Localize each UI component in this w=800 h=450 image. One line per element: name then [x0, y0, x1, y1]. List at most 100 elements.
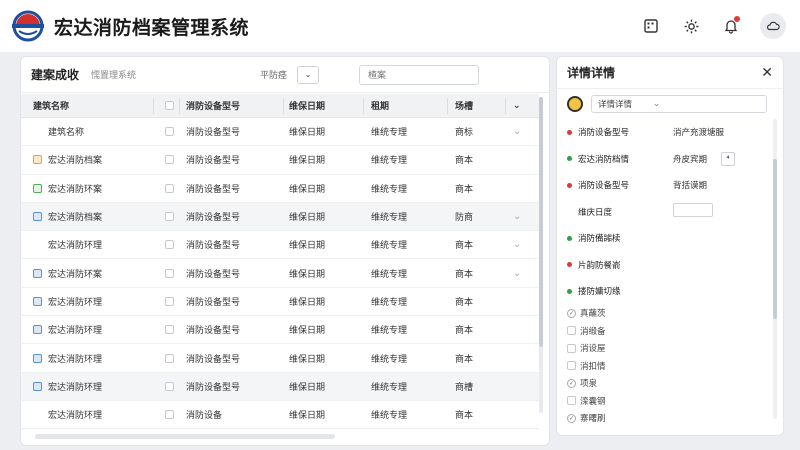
row-select-checkbox[interactable]	[165, 212, 174, 222]
row-checkbox[interactable]	[33, 127, 42, 136]
table-row[interactable]: 宏达消防档案 消防设备型号 维保日期 维统专理 商本	[21, 146, 539, 175]
row-select-checkbox[interactable]	[165, 353, 174, 363]
avatar	[567, 96, 583, 112]
detail-checkbox-item[interactable]: 消缎备	[557, 322, 783, 340]
checkbox[interactable]	[567, 396, 576, 406]
app-title: 宏达消防档案管理系统	[54, 16, 250, 39]
cell-field: 商本	[455, 156, 474, 167]
cell-maintenance-date: 维保日期	[289, 297, 326, 308]
row-checkbox[interactable]	[33, 410, 42, 419]
close-icon[interactable]: ✕	[761, 65, 773, 81]
app-logo-icon	[12, 10, 44, 42]
cell-device-model: 消防设备型号	[186, 213, 241, 224]
column-menu-chevron-icon[interactable]: ⌄	[513, 94, 521, 117]
check-circle-icon[interactable]: ✓	[567, 413, 576, 423]
cell-building-name: 宏达消防环理	[48, 411, 103, 422]
table-row[interactable]: 宏达消防环理 消防设备型号 维保日期 维统专理 商本 ⌄	[21, 231, 539, 260]
table-row[interactable]: 宏达消防环理 消防设备型号 维保日期 维统专理 商本	[21, 344, 539, 373]
column-header-model[interactable]: 消防设备型号	[186, 94, 240, 117]
row-checkbox[interactable]	[33, 155, 42, 165]
cell-period: 维统专理	[371, 128, 408, 139]
cell-field: 商标	[455, 128, 474, 139]
table-row[interactable]: 宏达消防环理 消防设备型号 维保日期 维统专理 商槽	[21, 372, 539, 401]
row-select-checkbox[interactable]	[165, 183, 174, 193]
column-header-date[interactable]: 维保日期	[289, 94, 325, 117]
cell-device-model: 消防设备型号	[186, 128, 241, 139]
table-row[interactable]: 宏达消防环理 消防设备型号 维保日期 维统专理 商本	[21, 288, 539, 317]
row-checkbox[interactable]	[33, 325, 42, 335]
chevron-down-icon: ⌄	[304, 70, 312, 79]
detail-checkbox-item[interactable]: ✓ 项泉	[557, 375, 783, 393]
row-chevron-icon[interactable]: ⌄	[513, 203, 521, 230]
row-checkbox[interactable]	[33, 381, 42, 391]
table-row[interactable]: 宏达消防环案 消防设备型号 维保日期 维统专理 商本 ⌄	[21, 259, 539, 288]
checkbox[interactable]	[567, 361, 576, 371]
column-header-field[interactable]: 场槽	[455, 94, 473, 117]
detail-checkbox-item[interactable]: 消设屋	[557, 340, 783, 358]
row-chevron-icon[interactable]: ⌄	[513, 231, 521, 258]
cloud-icon[interactable]	[760, 13, 786, 39]
row-select-checkbox[interactable]	[165, 325, 174, 335]
row-chevron-icon[interactable]: ⌄	[513, 118, 521, 145]
cell-period: 维统专理	[371, 269, 408, 280]
row-select-checkbox[interactable]	[165, 155, 174, 165]
detail-checkbox-item[interactable]: ✓ 真蘸茨	[557, 305, 783, 323]
row-chevron-icon[interactable]: ⌄	[513, 259, 521, 286]
table-row[interactable]: 建筑名称 消防设备型号 维保日期 维统专理 商标 ⌄	[21, 118, 539, 147]
check-circle-icon[interactable]: ✓	[567, 378, 576, 388]
column-header-name[interactable]: 建筑名称	[33, 94, 69, 117]
detail-user-select[interactable]: 详情详情 ⌄	[591, 95, 767, 113]
detail-item-label: 搂防嫞切缘	[578, 287, 621, 298]
cell-building-name: 宏达消防档案	[48, 156, 103, 167]
detail-item: 消防備嘂椟	[557, 225, 783, 252]
detail-checkbox-item[interactable]: 滦囊钢	[557, 392, 783, 410]
detail-item-action-button[interactable]: ⁴	[721, 151, 735, 166]
gear-icon[interactable]	[680, 15, 702, 37]
filter-dropdown[interactable]: ⌄	[297, 65, 320, 84]
row-select-checkbox[interactable]	[165, 410, 174, 420]
row-checkbox[interactable]	[33, 296, 42, 306]
cell-field: 商本	[455, 411, 474, 422]
row-select-checkbox[interactable]	[165, 127, 174, 137]
panel-title: 建案成收	[31, 68, 80, 82]
cell-field: 商槽	[455, 382, 474, 393]
row-checkbox[interactable]	[33, 353, 42, 363]
row-checkbox[interactable]	[33, 268, 42, 278]
detail-vertical-scrollbar[interactable]	[773, 119, 777, 419]
detail-date-input[interactable]	[673, 202, 713, 217]
search-input[interactable]: 楂案	[359, 64, 480, 85]
cell-field: 防商	[455, 213, 474, 224]
bell-icon[interactable]	[720, 15, 742, 37]
check-circle-icon[interactable]: ✓	[567, 308, 576, 318]
row-checkbox[interactable]	[33, 183, 42, 193]
row-checkbox[interactable]	[33, 212, 42, 222]
grid-icon[interactable]	[640, 15, 662, 37]
row-select-checkbox[interactable]	[165, 296, 174, 306]
app-header: 宏达消防档案管理系统	[0, 0, 800, 52]
detail-checkbox-item[interactable]: ✓ 寨曙刷	[557, 410, 783, 428]
cell-maintenance-date: 维保日期	[289, 213, 326, 224]
checkbox[interactable]	[567, 326, 576, 336]
cell-period: 维统专理	[371, 411, 408, 422]
checkbox-label: 项泉	[580, 379, 598, 390]
table-row[interactable]: 宏达消防环案 消防设备型号 维保日期 维统专理 商本	[21, 175, 539, 203]
table-row[interactable]: 宏达消防环理 消防设备 维保日期 维统专理 商本	[21, 401, 539, 430]
table-toolbar: 建案成收 懦置理系统 平防痉 ⌄ 楂案	[21, 57, 549, 93]
select-all-checkbox[interactable]	[165, 101, 174, 110]
table-horizontal-scrollbar[interactable]	[35, 434, 335, 439]
checkbox[interactable]	[567, 343, 576, 353]
cell-maintenance-date: 维保日期	[289, 269, 326, 280]
row-select-checkbox[interactable]	[165, 381, 174, 391]
column-header-period[interactable]: 租期	[371, 94, 389, 117]
table-vertical-scrollbar[interactable]	[539, 97, 543, 413]
detail-item-label: 片韵防餐嵛	[578, 260, 621, 271]
cell-device-model: 消防设备型号	[186, 156, 241, 167]
row-select-checkbox[interactable]	[165, 240, 174, 250]
table-row[interactable]: 宏达消防环理 消防设备型号 维保日期 维统专理 商本	[21, 316, 539, 345]
detail-checkbox-item[interactable]: 消扣情	[557, 357, 783, 375]
detail-item: 消防设备型号 背括谟期	[557, 172, 783, 199]
row-select-checkbox[interactable]	[165, 268, 174, 278]
table-row[interactable]: 宏达消防档案 消防设备型号 维保日期 维统专理 防商 ⌄	[21, 202, 539, 232]
detail-item: 消防设备型号 消产充渡塘服	[557, 119, 783, 146]
row-checkbox[interactable]	[33, 240, 42, 249]
